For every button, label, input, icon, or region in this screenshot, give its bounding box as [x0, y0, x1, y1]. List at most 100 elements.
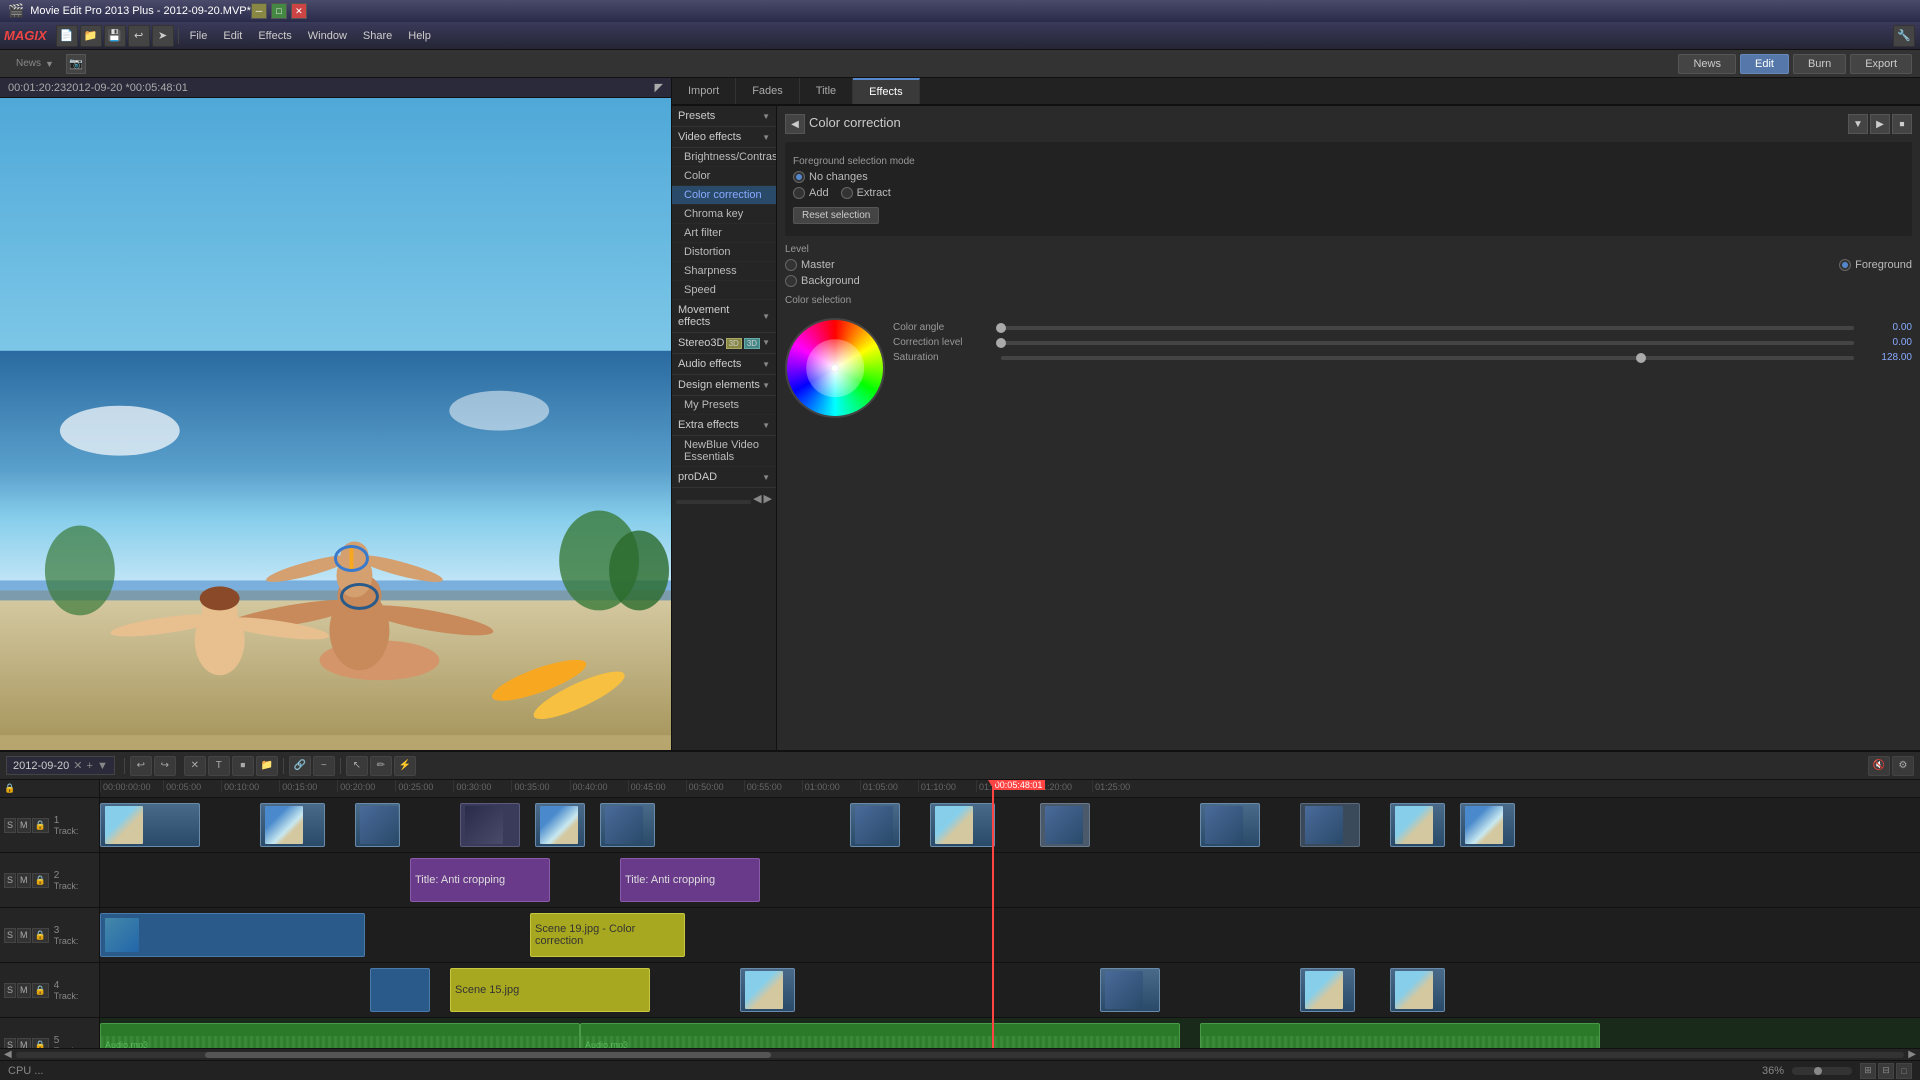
- clip-track4-photo4[interactable]: [1390, 968, 1445, 1012]
- clip-track1-8[interactable]: [930, 803, 995, 847]
- toolbar-icon-2[interactable]: 📁: [80, 25, 102, 47]
- status-btn-2[interactable]: ⊟: [1878, 1063, 1894, 1079]
- menu-help[interactable]: Help: [400, 26, 439, 46]
- saturation-slider[interactable]: [1001, 356, 1854, 360]
- tab-title[interactable]: Title: [800, 78, 853, 104]
- clip-track2-1[interactable]: Title: Anti cropping: [410, 858, 550, 902]
- clip-track1-3[interactable]: [355, 803, 400, 847]
- item-my-presets[interactable]: My Presets: [672, 396, 776, 415]
- track-1-m[interactable]: M: [17, 818, 31, 833]
- clip-track4-yellow[interactable]: Scene 15.jpg: [450, 968, 650, 1012]
- clip-track4-photo2[interactable]: [1100, 968, 1160, 1012]
- clip-track4-1[interactable]: [370, 968, 430, 1012]
- timeline-date-arrow[interactable]: ▼: [97, 760, 108, 772]
- scrollbar-thumb[interactable]: [205, 1052, 772, 1058]
- toolbar-icon-3[interactable]: 💾: [104, 25, 126, 47]
- tl-text[interactable]: T: [208, 756, 230, 776]
- tab-export[interactable]: Export: [1850, 54, 1912, 74]
- item-newblue[interactable]: NewBlue Video Essentials: [672, 436, 776, 467]
- section-prodad[interactable]: proDAD ▼: [672, 467, 776, 488]
- radio-extract[interactable]: Extract: [841, 187, 891, 199]
- panel-play-button[interactable]: ▶: [1870, 114, 1890, 134]
- panel-back-button[interactable]: ◀: [785, 114, 805, 134]
- radio-add[interactable]: Add: [793, 187, 829, 199]
- tab-burn[interactable]: Burn: [1793, 54, 1846, 74]
- item-color-correction[interactable]: Color correction: [672, 186, 776, 205]
- track-1-s[interactable]: S: [4, 818, 16, 833]
- timeline-scrollbar[interactable]: ◀ ▶: [0, 1048, 1920, 1060]
- toolbar-icon-1[interactable]: 📄: [56, 25, 78, 47]
- radio-no-changes[interactable]: No changes: [793, 171, 868, 183]
- section-stereo3d[interactable]: Stereo3D 3D 3D ▼: [672, 333, 776, 354]
- tl-pencil[interactable]: ✏: [370, 756, 392, 776]
- color-angle-slider[interactable]: [1001, 326, 1854, 330]
- section-presets[interactable]: Presets ▼: [672, 106, 776, 127]
- item-sharpness[interactable]: Sharpness: [672, 262, 776, 281]
- radio-background[interactable]: Background: [785, 275, 860, 287]
- tl-link[interactable]: 🔗: [289, 756, 311, 776]
- list-next[interactable]: ▶: [764, 492, 772, 505]
- clip-track1-1[interactable]: [100, 803, 200, 847]
- tl-folder[interactable]: 📁: [256, 756, 278, 776]
- icon-camera[interactable]: 📷: [66, 54, 86, 74]
- tl-magic[interactable]: ⚡: [394, 756, 416, 776]
- track-3-lock[interactable]: 🔒: [32, 928, 49, 943]
- track-5-lock[interactable]: 🔒: [32, 1038, 49, 1049]
- list-prev[interactable]: ◀: [753, 492, 761, 505]
- toolbar-icon-4[interactable]: ↩: [128, 25, 150, 47]
- menu-edit[interactable]: Edit: [215, 26, 250, 46]
- section-design-elements[interactable]: Design elements ▼: [672, 375, 776, 396]
- tl-cursor[interactable]: ↖: [346, 756, 368, 776]
- track-2-m[interactable]: M: [17, 873, 31, 888]
- tl-settings[interactable]: ⚙: [1892, 756, 1914, 776]
- clip-track1-9[interactable]: [1040, 803, 1090, 847]
- timeline-date-add[interactable]: +: [87, 760, 93, 772]
- color-wheel[interactable]: [785, 318, 885, 418]
- item-art-filter[interactable]: Art filter: [672, 224, 776, 243]
- track-5-s[interactable]: S: [4, 1038, 16, 1049]
- clip-track1-13[interactable]: [1460, 803, 1515, 847]
- timeline-date-close[interactable]: ✕: [73, 759, 82, 772]
- track-3-m[interactable]: M: [17, 928, 31, 943]
- ruler-lock[interactable]: 🔒: [4, 783, 15, 794]
- track-5-m[interactable]: M: [17, 1038, 31, 1049]
- item-speed[interactable]: Speed: [672, 281, 776, 300]
- tl-delete[interactable]: ✕: [184, 756, 206, 776]
- panel-filter-button[interactable]: ▼: [1848, 114, 1868, 134]
- scroll-left-btn[interactable]: ◀: [4, 1049, 12, 1060]
- section-movement-effects[interactable]: Movement effects ▼: [672, 300, 776, 333]
- correction-level-slider[interactable]: [1001, 341, 1854, 345]
- list-scrollbar[interactable]: [676, 500, 751, 504]
- zoom-slider[interactable]: [1792, 1067, 1852, 1075]
- clip-track1-5[interactable]: [535, 803, 585, 847]
- clip-track3-blue[interactable]: [100, 913, 365, 957]
- scrollbar-track[interactable]: [16, 1052, 1905, 1058]
- clip-track1-10[interactable]: [1200, 803, 1260, 847]
- minimize-button[interactable]: ─: [251, 3, 267, 19]
- tl-mute[interactable]: 🔇: [1868, 756, 1890, 776]
- tab-news[interactable]: News: [1678, 54, 1736, 74]
- tl-ripple[interactable]: ~: [313, 756, 335, 776]
- track-4-s[interactable]: S: [4, 983, 16, 998]
- clip-track4-photo1[interactable]: [740, 968, 795, 1012]
- track-1-lock[interactable]: 🔒: [32, 818, 49, 833]
- tab-import[interactable]: Import: [672, 78, 736, 104]
- maximize-button[interactable]: □: [271, 3, 287, 19]
- zoom-handle[interactable]: [1814, 1067, 1822, 1075]
- tl-stop[interactable]: ⏹: [232, 756, 254, 776]
- section-audio-effects[interactable]: Audio effects ▼: [672, 354, 776, 375]
- clip-track2-2[interactable]: Title: Anti cropping: [620, 858, 760, 902]
- menu-file[interactable]: File: [182, 26, 216, 46]
- track-4-m[interactable]: M: [17, 983, 31, 998]
- radio-master[interactable]: Master: [785, 259, 835, 271]
- menu-window[interactable]: Window: [300, 26, 355, 46]
- clip-track1-4[interactable]: [460, 803, 520, 847]
- tab-fades[interactable]: Fades: [736, 78, 800, 104]
- scroll-right-btn[interactable]: ▶: [1908, 1049, 1916, 1060]
- item-brightness-contrast[interactable]: Brightness/Contrast: [672, 148, 776, 167]
- tl-redo[interactable]: ↪: [154, 756, 176, 776]
- status-btn-3[interactable]: □: [1896, 1063, 1912, 1079]
- clip-track1-6[interactable]: [600, 803, 655, 847]
- close-button[interactable]: ✕: [291, 3, 307, 19]
- clip-audio-2[interactable]: Audio.mp3: [580, 1023, 1180, 1048]
